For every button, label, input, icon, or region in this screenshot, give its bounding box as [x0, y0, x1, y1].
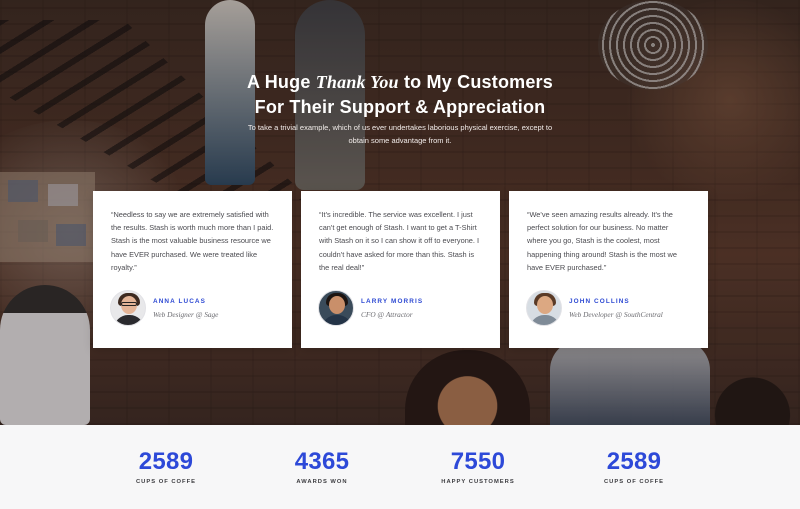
- author-role: CFO @ Attractor: [361, 309, 413, 319]
- stats-section: 2589 CUPS OF COFFE 4365 AWARDS WON 7550 …: [0, 425, 800, 509]
- testimonials-row: “Needless to say we are extremely satisf…: [93, 191, 708, 348]
- author-role: Web Developer @ SouthCentral: [569, 309, 663, 319]
- testimonial-author: ANNA LUCAS Web Designer @ Sage: [110, 290, 218, 326]
- testimonial-author: JOHN COLLINS Web Developer @ SouthCentra…: [526, 290, 663, 326]
- stat-value: 4365: [294, 448, 350, 475]
- hero-section: A Huge Thank You to My Customers For The…: [0, 0, 800, 425]
- hero-subtext: To take a trivial example, which of us e…: [247, 123, 553, 145]
- testimonial-author: LARRY MORRIS CFO @ Attractor: [318, 290, 423, 326]
- stat-counter: 7550 HAPPY CUSTOMERS: [398, 447, 558, 485]
- title-line1: A Huge Thank You to My Customers: [247, 72, 553, 92]
- stat-counter: 4365 AWARDS WON: [242, 447, 402, 485]
- author-name: ANNA LUCAS: [153, 297, 207, 305]
- stat-value: 2589: [606, 448, 662, 475]
- title-text: A Huge: [247, 72, 316, 92]
- title-text: to My Customers: [398, 72, 553, 92]
- avatar: [318, 290, 354, 326]
- title-line2: For Their Support & Appreciation: [254, 97, 546, 117]
- testimonial-card: “We've seen amazing results already. It'…: [509, 191, 708, 348]
- page-title: A Huge Thank You to My Customers For The…: [0, 70, 800, 120]
- avatar: [526, 290, 562, 326]
- testimonial-quote: “It's incredible. The service was excell…: [319, 210, 480, 272]
- testimonial-quote: “Needless to say we are extremely satisf…: [111, 210, 274, 272]
- author-role: Web Designer @ Sage: [153, 309, 219, 319]
- testimonial-card: “It's incredible. The service was excell…: [301, 191, 500, 348]
- stat-counter: 2589 CUPS OF COFFE: [86, 447, 246, 485]
- stat-value: 7550: [450, 448, 506, 475]
- stat-label: CUPS OF COFFE: [135, 479, 197, 485]
- author-name: LARRY MORRIS: [361, 297, 424, 305]
- title-emphasis: Thank You: [315, 72, 399, 92]
- stat-label: CUPS OF COFFE: [603, 479, 665, 485]
- testimonial-quote: “We've seen amazing results already. It'…: [527, 210, 677, 272]
- author-name: JOHN COLLINS: [569, 297, 630, 305]
- testimonial-card: “Needless to say we are extremely satisf…: [93, 191, 292, 348]
- avatar: [110, 290, 146, 326]
- stat-value: 2589: [138, 448, 194, 475]
- stat-label: AWARDS WON: [296, 479, 348, 485]
- stat-counter: 2589 CUPS OF COFFE: [554, 447, 714, 485]
- stat-label: HAPPY CUSTOMERS: [441, 479, 515, 485]
